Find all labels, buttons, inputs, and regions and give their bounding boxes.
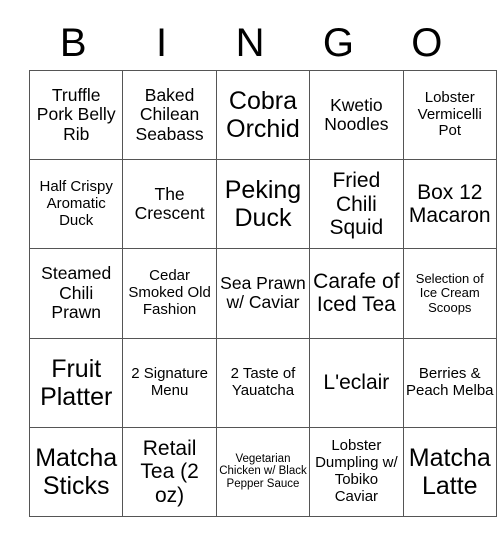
bingo-cell[interactable]: Baked Chilean Seabass — [122, 69, 217, 161]
bingo-cell[interactable]: Steamed Chili Prawn — [28, 248, 124, 339]
bingo-row: Truffle Pork Belly Rib Baked Chilean Sea… — [28, 69, 497, 161]
bingo-cell[interactable]: Selection of Ice Cream Scoops — [402, 248, 497, 339]
bingo-row: Fruit Platter 2 Signature Menu 2 Taste o… — [28, 337, 497, 428]
bingo-cell[interactable]: Kwetio Noodles — [309, 69, 404, 161]
bingo-cell[interactable]: Matcha Latte — [402, 426, 497, 517]
bingo-cell[interactable]: Half Crispy Aromatic Duck — [28, 159, 124, 250]
header-letter-b: B — [59, 21, 87, 65]
header-letter-i: I — [156, 21, 168, 65]
bingo-cell[interactable]: 2 Signature Menu — [122, 337, 217, 428]
bingo-cell[interactable]: The Crescent — [122, 159, 217, 250]
bingo-grid: Truffle Pork Belly Rib Baked Chilean Sea… — [28, 69, 497, 517]
bingo-cell[interactable]: Lobster Vermicelli Pot — [402, 69, 497, 161]
bingo-card: B I N G O Truffle Pork Belly Rib Baked C… — [0, 0, 500, 544]
bingo-cell[interactable]: Sea Prawn w/ Caviar — [215, 248, 311, 339]
bingo-row: Steamed Chili Prawn Cedar Smoked Old Fas… — [28, 248, 497, 339]
bingo-row: Half Crispy Aromatic Duck The Crescent P… — [28, 159, 497, 250]
header-letter-n: N — [235, 21, 265, 65]
bingo-cell[interactable]: Cedar Smoked Old Fashion — [122, 248, 217, 339]
bingo-row: Matcha Sticks Retail Tea (2 oz) Vegetari… — [28, 426, 497, 517]
bingo-cell[interactable]: Matcha Sticks — [28, 426, 124, 517]
header-letter-g: G — [322, 21, 354, 65]
bingo-cell[interactable]: Lobster Dumpling w/ Tobiko Caviar — [309, 426, 404, 517]
bingo-cell[interactable]: Cobra Orchid — [215, 69, 311, 161]
bingo-cell[interactable]: Fruit Platter — [28, 337, 124, 428]
bingo-cell[interactable]: Berries & Peach Melba — [402, 337, 497, 428]
bingo-cell[interactable]: Truffle Pork Belly Rib — [28, 69, 124, 161]
bingo-header: B I N G O — [29, 18, 471, 68]
bingo-cell[interactable]: Retail Tea (2 oz) — [122, 426, 217, 517]
bingo-cell[interactable]: Vegetarian Chicken w/ Black Pepper Sauce — [215, 426, 311, 517]
bingo-cell[interactable]: Carafe of Iced Tea — [309, 248, 404, 339]
bingo-cell[interactable]: 2 Taste of Yauatcha — [215, 337, 311, 428]
bingo-cell[interactable]: Fried Chili Squid — [309, 159, 404, 250]
bingo-cell[interactable]: Peking Duck — [215, 159, 311, 250]
bingo-cell[interactable]: L'eclair — [309, 337, 404, 428]
bingo-cell[interactable]: Box 12 Macaron — [402, 159, 497, 250]
header-letter-o: O — [411, 21, 443, 65]
